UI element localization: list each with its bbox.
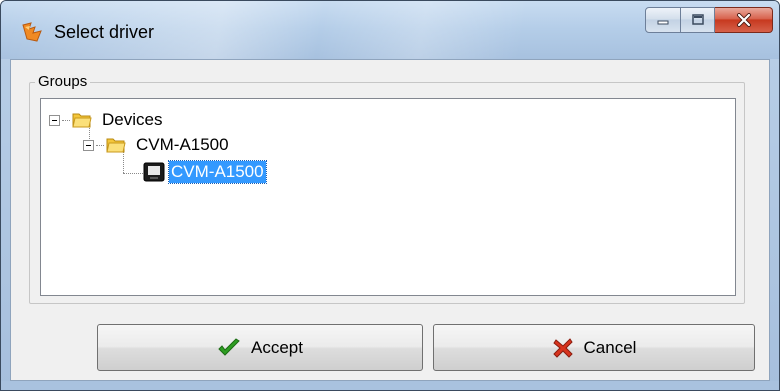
app-icon: [22, 22, 42, 42]
maximize-icon: [691, 14, 704, 25]
tree-connector: [96, 144, 104, 146]
tree-node-devices[interactable]: Devices: [49, 108, 164, 132]
tree-node-cvm-a1500-group[interactable]: CVM-A1500: [83, 133, 231, 157]
collapse-toggle[interactable]: [83, 139, 94, 151]
tree-node-label: Devices: [102, 110, 163, 129]
device-icon: [143, 162, 165, 182]
cancel-button[interactable]: Cancel: [433, 324, 755, 371]
groups-label: Groups: [35, 73, 91, 90]
maximize-button[interactable]: [681, 7, 715, 33]
close-icon: [736, 13, 751, 27]
caption-buttons: [645, 7, 773, 35]
cancel-x-icon: [552, 337, 573, 358]
tree-node-label-selected: CVM-A1500: [168, 160, 267, 184]
title-bar[interactable]: Select driver: [1, 1, 779, 59]
window-frame-left: [1, 59, 10, 390]
checkmark-icon: [218, 337, 240, 356]
folder-icon: [72, 113, 92, 128]
window-title: Select driver: [54, 22, 155, 42]
collapse-toggle[interactable]: [49, 114, 60, 126]
minimize-button[interactable]: [645, 7, 681, 33]
window-frame-right: [770, 59, 779, 390]
groups-tree[interactable]: Devices CVM-A1500 CVM-A1500: [40, 98, 736, 296]
accept-label: Accept: [251, 337, 303, 357]
folder-icon: [106, 138, 126, 153]
close-button[interactable]: [715, 7, 773, 33]
select-driver-window: Select driver Groups Devices CVM-A1500 C…: [0, 0, 780, 391]
cancel-label: Cancel: [583, 337, 637, 357]
minimize-icon: [657, 20, 669, 25]
tree-node-cvm-a1500-device[interactable]: CVM-A1500: [143, 160, 267, 184]
tree-connector: [62, 119, 70, 121]
accept-button[interactable]: Accept: [97, 324, 423, 371]
tree-node-label: CVM-A1500: [136, 135, 229, 154]
window-frame-bottom: [1, 381, 779, 390]
tree-connector: [123, 173, 143, 174]
